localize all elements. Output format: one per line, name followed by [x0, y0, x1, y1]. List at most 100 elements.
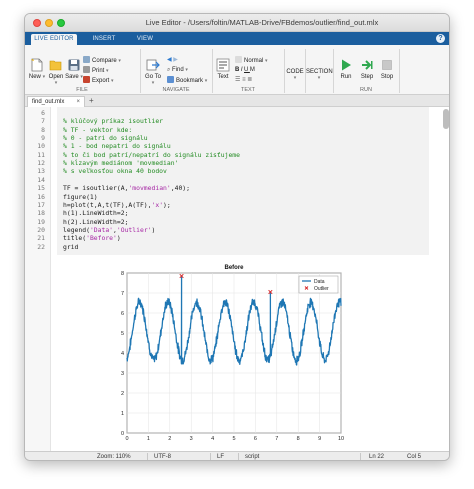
x-tick-label: 0 — [125, 436, 128, 442]
line-number: 6 — [41, 109, 45, 117]
document-tab-bar: find_out.mlx × + — [25, 95, 449, 107]
tab-insert[interactable]: INSERT — [87, 34, 121, 45]
help-icon[interactable]: ? — [436, 34, 445, 43]
arrow-right-icon[interactable]: ▶ — [173, 57, 178, 63]
code-line[interactable]: % 0 - patri do signálu — [63, 134, 148, 142]
open-button[interactable]: Open ▾ — [47, 58, 65, 86]
new-button[interactable]: New ▾ — [28, 58, 46, 80]
run-button[interactable]: Run — [337, 58, 355, 80]
legend-outlier-label: Outlier — [314, 286, 329, 292]
bookmark-icon — [167, 76, 174, 83]
navigate-group-label: NAVIGATE — [162, 87, 190, 93]
run-label: Run — [340, 74, 352, 80]
print-button[interactable]: Print ▾ — [83, 66, 109, 76]
compare-label: Compare — [92, 58, 117, 64]
close-icon[interactable]: × — [76, 97, 80, 107]
tab-live-editor[interactable]: LIVE EDITOR — [31, 34, 77, 45]
code-token: h(1).LineWidth=2; — [63, 209, 129, 218]
minimize-window-button[interactable] — [45, 19, 53, 27]
y-tick-label: 7 — [121, 291, 124, 297]
line-number: 21 — [37, 234, 45, 243]
numbered-list-icon[interactable]: ≡ — [242, 77, 246, 83]
export-button[interactable]: Export ▾ — [83, 76, 114, 86]
style-dropdown[interactable]: Normal ▾ — [235, 56, 268, 66]
code-line[interactable]: % TF - vektor kde: — [63, 126, 132, 134]
code-line[interactable]: legend('Data','Outlier') — [63, 226, 155, 234]
x-tick-label: 7 — [275, 436, 278, 442]
line-ending[interactable]: LF — [217, 454, 224, 460]
y-tick-label: 0 — [121, 431, 124, 437]
code-string: 'x' — [151, 200, 164, 209]
chart-title: Before — [224, 265, 244, 271]
stop-button[interactable]: Stop — [378, 58, 396, 80]
figure-before[interactable]: 0 1 2 3 4 5 6 7 8 9 10 0 1 2 3 4 5 6 7 8 Before DataOutlier — [105, 257, 355, 447]
code-line[interactable]: % 1 - bod nepatri do signálu — [63, 142, 171, 150]
bookmark-button[interactable]: Bookmark ▾ — [167, 76, 207, 86]
back-forward-buttons[interactable]: ◀ ▶ — [167, 56, 178, 65]
arrow-left-icon[interactable]: ◀ — [167, 57, 172, 63]
code-token: ) — [116, 234, 121, 243]
chevron-down-icon: ▾ — [54, 80, 58, 86]
y-tick-label: 6 — [121, 311, 124, 317]
code-line[interactable]: h(1).LineWidth=2; — [63, 209, 128, 217]
printer-icon — [83, 66, 90, 73]
compare-icon — [83, 56, 90, 63]
close-window-button[interactable] — [33, 19, 41, 27]
legend-data-label: Data — [314, 279, 325, 285]
code-comment: % 0 - patri do signálu — [63, 134, 148, 143]
text-button[interactable]: Text — [214, 58, 232, 80]
vertical-scrollbar[interactable] — [443, 109, 449, 129]
document-tab-name: find_out.mlx — [32, 99, 65, 105]
goto-button[interactable]: Go To ▾ — [143, 58, 163, 86]
compare-button[interactable]: Compare ▾ — [83, 56, 121, 66]
save-button[interactable]: Save ▾ — [65, 58, 83, 80]
x-tick-label: 4 — [211, 436, 214, 442]
y-tick-label: 2 — [121, 391, 124, 397]
chevron-down-icon: ▾ — [106, 68, 109, 74]
code-line[interactable]: figure(1) — [63, 193, 98, 201]
monospace-icon[interactable]: M — [250, 67, 257, 73]
code-comment: % to či bod patrí/nepatrí do signálu zis… — [63, 150, 240, 159]
code-line[interactable]: % to či bod patrí/nepatrí do signálu zis… — [63, 151, 240, 159]
code-line[interactable]: % s veľkosťou okna 40 bodov — [63, 167, 167, 175]
code-line[interactable]: % klúčový príkaz isoutlier — [63, 117, 163, 125]
file-type[interactable]: script — [245, 454, 259, 460]
find-button[interactable]: ⌕ Find ▾ — [167, 66, 188, 75]
line-number: 10 — [37, 142, 45, 151]
code-line[interactable]: h=plot(t,A,t(TF),A(TF),'x'); — [63, 201, 171, 209]
chevron-down-icon: ▾ — [204, 78, 208, 84]
tab-view[interactable]: VIEW — [131, 34, 159, 45]
line-number: 7 — [41, 117, 45, 126]
window-title: Live Editor - /Users/foltin/MATLAB-Drive… — [145, 18, 379, 27]
export-icon — [83, 76, 90, 83]
chevron-down-icon: ▾ — [293, 75, 297, 81]
add-tab-icon[interactable]: + — [89, 96, 94, 105]
chevron-down-icon: ▾ — [185, 67, 188, 73]
code-token: ,40); — [170, 184, 190, 193]
text-group-label: TEXT — [240, 87, 256, 93]
print-label: Print — [92, 68, 105, 74]
y-tick-label: 1 — [121, 411, 124, 417]
chevron-down-icon: ▾ — [265, 58, 268, 64]
x-tick-label: 6 — [254, 436, 257, 442]
align-icon[interactable]: ≣ — [247, 77, 252, 83]
code-token: ); — [163, 200, 171, 209]
step-button[interactable]: Step — [358, 58, 376, 80]
bullet-list-icon[interactable]: ☰ — [235, 77, 240, 83]
zoom-window-button[interactable] — [57, 19, 65, 27]
code-line[interactable]: title('Before') — [63, 234, 121, 242]
code-token: h(2).LineWidth=2; — [63, 217, 129, 226]
code-token: ) — [151, 225, 156, 234]
code-line[interactable]: h(2).LineWidth=2; — [63, 218, 128, 226]
code-line[interactable]: grid — [63, 243, 78, 251]
document-tab[interactable]: find_out.mlx × — [27, 96, 85, 107]
code-line[interactable]: % kĺzavým mediánom 'movmedian' — [63, 159, 178, 167]
zoom-level[interactable]: Zoom: 110% — [97, 454, 131, 460]
section-button[interactable]: SECTION ▾ — [306, 69, 333, 81]
encoding[interactable]: UTF-8 — [154, 454, 171, 460]
line-number: 15 — [37, 184, 45, 193]
code-line[interactable]: TF = isoutlier(A,'movmedian',40); — [63, 184, 190, 192]
live-editor-content[interactable]: 6 7 8 9 10 11 12 13 14 15 16 17 18 19 20 21 22 % klúčový… — [25, 107, 449, 451]
y-tick-label: 3 — [121, 371, 124, 377]
code-button[interactable]: CODE ▾ — [286, 69, 304, 81]
